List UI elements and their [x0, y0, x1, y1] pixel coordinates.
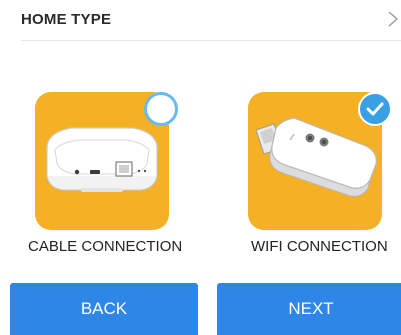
home-type-header[interactable]: HOME TYPE	[21, 0, 401, 41]
wifi-connection-label: WIFI CONNECTION	[251, 238, 388, 255]
chevron-right-icon[interactable]	[386, 10, 400, 28]
home-type-screen: HOME TYPE CABLE CONNECTION WIFI CONNECTI…	[0, 0, 401, 335]
page-title: HOME TYPE	[21, 11, 112, 28]
next-button[interactable]: NEXT	[217, 283, 401, 335]
cable-selection-check[interactable]	[144, 92, 178, 126]
back-button[interactable]: BACK	[10, 283, 198, 335]
cable-connection-label: CABLE CONNECTION	[28, 238, 183, 255]
wifi-selection-check[interactable]	[358, 92, 392, 126]
checkmark-icon	[366, 102, 384, 116]
